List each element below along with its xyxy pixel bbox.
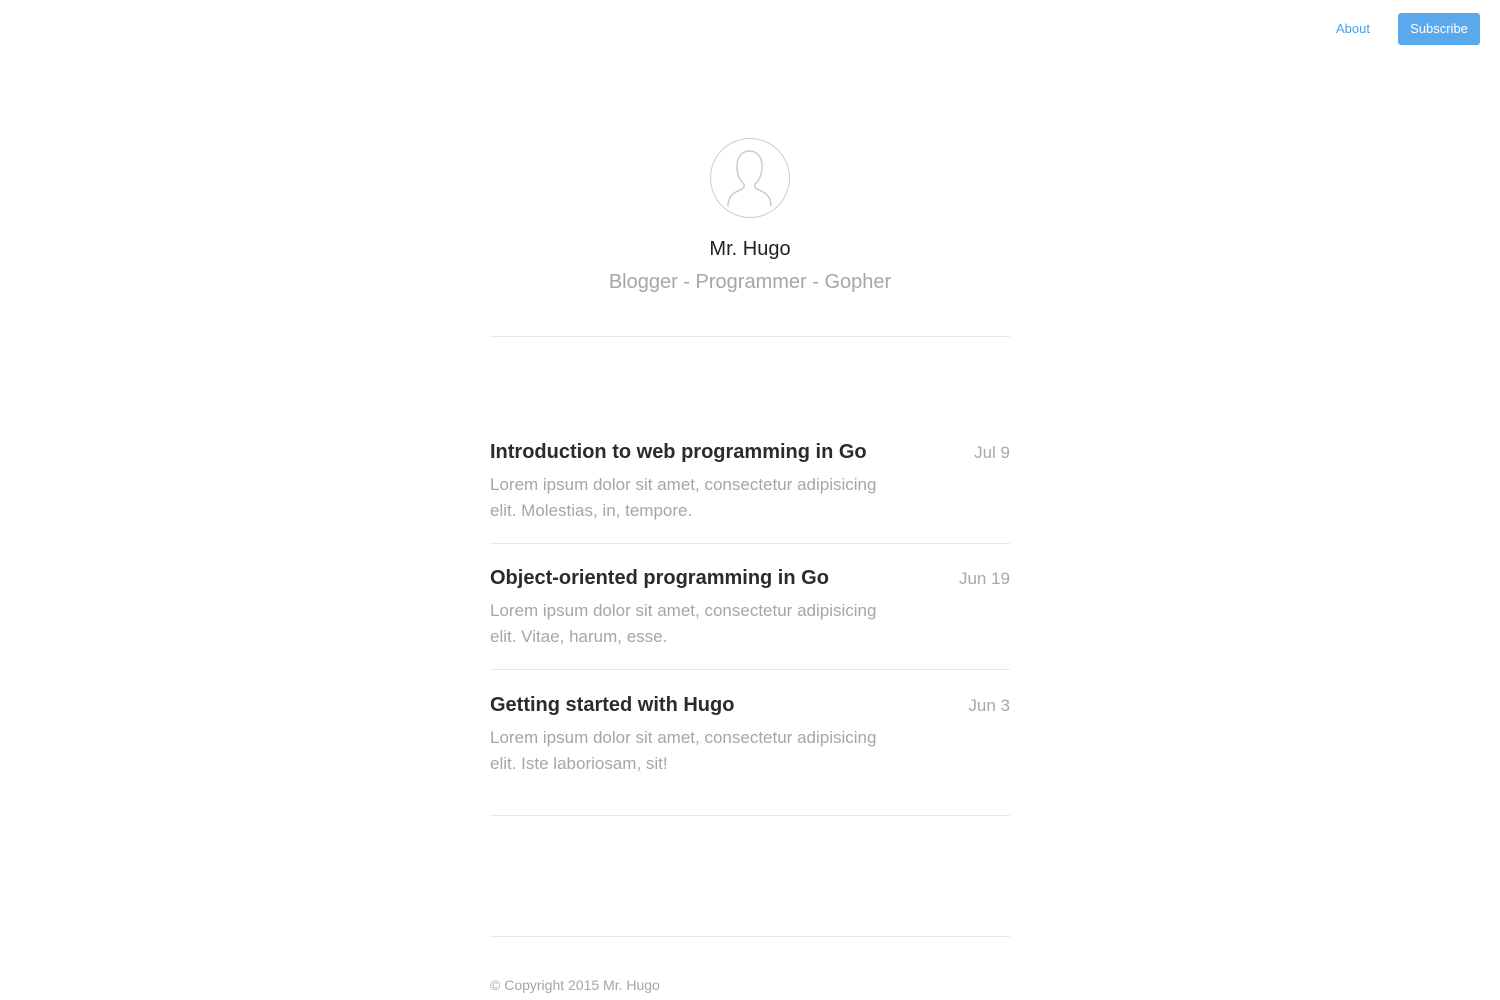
post-title-link[interactable]: Getting started with Hugo [490,694,734,717]
copyright-text: © Copyright 2015 Mr. Hugo [490,977,660,993]
footer-divider [490,936,1010,937]
post-divider [490,669,1010,670]
post-excerpt: Lorem ipsum dolor sit amet, consectetur … [490,601,877,646]
post-date: Jul 9 [974,443,1010,462]
post-excerpt: Lorem ipsum dolor sit amet, consectetur … [490,475,877,520]
post-title-link[interactable]: Introduction to web programming in Go [490,441,867,464]
avatar [710,138,790,218]
post-date: Jun 19 [958,569,1010,588]
post-item[interactable]: Introduction to web programming in Go Ju… [490,441,1010,567]
subscribe-button[interactable]: Subscribe [1398,13,1480,45]
top-navigation: About Subscribe [0,0,1500,60]
post-divider [490,543,1010,544]
author-name: Mr. Hugo [709,238,791,260]
post-title-link[interactable]: Object-oriented programming in Go [490,567,829,590]
post-list-end-divider [490,815,1010,816]
user-silhouette-icon [727,150,772,207]
post-item[interactable]: Getting started with Hugo Jun 3 Lorem ip… [490,694,1010,820]
post-excerpt: Lorem ipsum dolor sit amet, consectetur … [490,728,877,773]
header-divider [490,336,1010,337]
post-item[interactable]: Object-oriented programming in Go Jun 19… [490,567,1010,693]
post-date: Jun 3 [968,696,1010,715]
nav-about-link[interactable]: About [1322,13,1384,45]
author-tagline: Blogger - Programmer - Gopher [608,271,892,293]
